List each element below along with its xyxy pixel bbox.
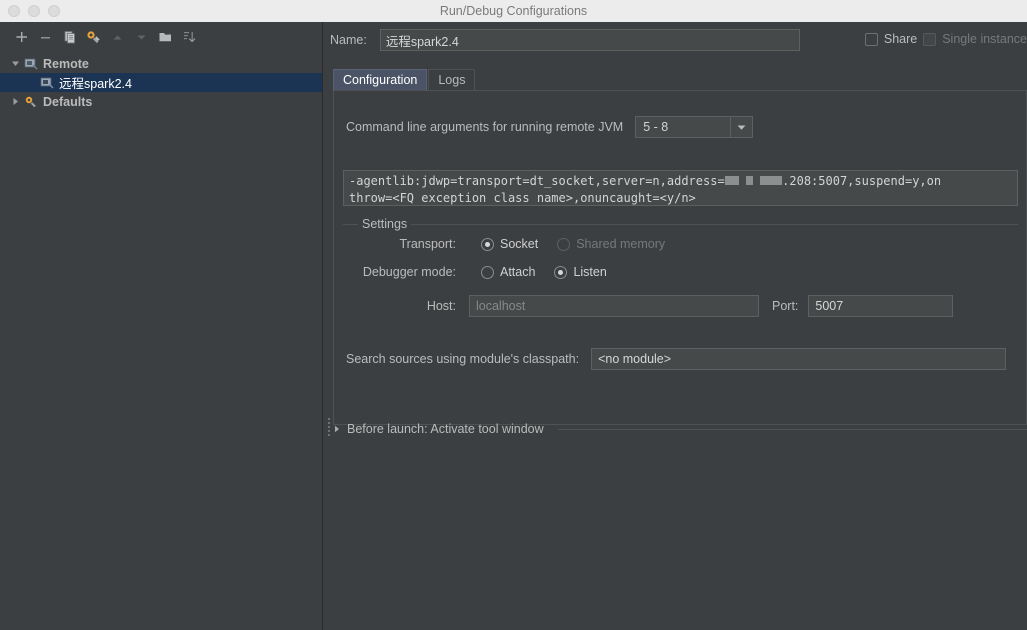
radio-icon[interactable] <box>554 266 567 279</box>
tab-logs[interactable]: Logs <box>428 69 475 90</box>
checkbox-icon <box>923 33 936 46</box>
chevron-down-icon[interactable] <box>8 59 22 68</box>
debugger-mode-row: Debugger mode: Attach Listen <box>334 265 607 279</box>
name-input-value: 远程spark2.4 <box>386 31 459 50</box>
tab-configuration[interactable]: Configuration <box>333 69 427 90</box>
chevron-right-icon[interactable] <box>333 422 341 436</box>
transport-shared-memory-radio-item: Shared memory <box>557 237 665 251</box>
redacted-ip-block <box>760 176 782 185</box>
redacted-ip-block <box>725 176 739 185</box>
copy-configuration-button[interactable] <box>59 27 80 48</box>
move-down-button[interactable] <box>131 27 152 48</box>
remote-icon <box>22 57 40 71</box>
add-configuration-button[interactable] <box>11 27 32 48</box>
defaults-icon <box>22 95 40 109</box>
debugger-mode-listen-label: Listen <box>573 265 606 279</box>
jvm-arguments-label: Command line arguments for running remot… <box>346 120 623 134</box>
transport-shared-memory-label: Shared memory <box>576 237 665 251</box>
search-sources-value: <no module> <box>598 352 671 366</box>
chevron-right-icon[interactable] <box>8 97 22 106</box>
host-label: Host: <box>334 299 456 313</box>
jvm-args-line2: throw=<FQ exception class name>,onuncaug… <box>349 191 696 205</box>
debugger-mode-attach-label: Attach <box>500 265 535 279</box>
tab-label: Logs <box>438 73 465 87</box>
single-instance-checkbox-item: Single instance <box>923 32 1027 46</box>
tree-node-remote-spark24[interactable]: 远程spark2.4 <box>0 73 322 92</box>
sort-configurations-button[interactable] <box>179 27 200 48</box>
debugger-mode-label: Debugger mode: <box>334 265 456 279</box>
jvm-args-prefix: -agentlib:jdwp=transport=dt_socket,serve… <box>349 174 725 188</box>
remote-config-icon <box>38 76 56 90</box>
debugger-mode-listen-radio-item[interactable]: Listen <box>554 265 606 279</box>
checkbox-icon[interactable] <box>865 33 878 46</box>
window-titlebar: Run/Debug Configurations <box>0 0 1027 23</box>
transport-socket-label: Socket <box>500 237 538 251</box>
host-input-placeholder: localhost <box>476 299 525 313</box>
configuration-editor: Name: 远程spark2.4 Share Single instance C… <box>323 22 1027 630</box>
before-launch-row[interactable]: Before launch: Activate tool window <box>333 422 1027 436</box>
jvm-args-suffix: .208:5007,suspend=y,on <box>782 174 941 188</box>
remove-configuration-button[interactable] <box>35 27 56 48</box>
tree-node-label: Remote <box>43 57 89 71</box>
debugger-mode-attach-radio-item[interactable]: Attach <box>481 265 535 279</box>
move-up-button[interactable] <box>107 27 128 48</box>
jvm-arguments-textarea[interactable]: -agentlib:jdwp=transport=dt_socket,serve… <box>343 170 1018 206</box>
settings-legend: Settings <box>358 217 411 231</box>
radio-icon <box>557 238 570 251</box>
jvm-version-value: 5 - 8 <box>636 120 730 134</box>
search-sources-row: Search sources using module's classpath:… <box>334 348 1027 370</box>
single-instance-label: Single instance <box>942 32 1027 46</box>
search-sources-dropdown[interactable]: <no module> <box>591 348 1006 370</box>
name-row: Name: 远程spark2.4 Share Single instance <box>323 22 1027 58</box>
panel-splitter-handle[interactable] <box>325 416 332 438</box>
name-label: Name: <box>330 33 367 47</box>
sidebar-toolbar <box>0 22 333 52</box>
editor-tabs[interactable]: Configuration Logs <box>333 69 475 90</box>
configuration-panel: Command line arguments for running remot… <box>333 90 1027 425</box>
redacted-ip-block <box>746 176 753 185</box>
tree-node-label: Defaults <box>43 95 92 109</box>
run-debug-configurations-window: Run/Debug Configurations <box>0 0 1027 630</box>
name-input[interactable]: 远程spark2.4 <box>380 29 800 51</box>
radio-icon[interactable] <box>481 238 494 251</box>
radio-icon[interactable] <box>481 266 494 279</box>
jvm-arguments-row: Command line arguments for running remot… <box>346 116 753 138</box>
transport-label: Transport: <box>334 237 456 251</box>
tree-node-defaults[interactable]: Defaults <box>0 92 322 111</box>
port-label: Port: <box>772 299 798 313</box>
configuration-options: Share Single instance <box>865 32 1027 46</box>
before-launch-divider <box>558 429 1027 430</box>
share-label: Share <box>884 32 917 46</box>
tree-node-remote[interactable]: Remote <box>0 54 322 73</box>
port-input-value: 5007 <box>815 299 843 313</box>
transport-row: Transport: Socket Shared memory <box>334 237 665 251</box>
new-folder-button[interactable] <box>155 27 176 48</box>
transport-socket-radio-item[interactable]: Socket <box>481 237 538 251</box>
tree-node-label: 远程spark2.4 <box>59 73 132 92</box>
jvm-version-dropdown[interactable]: 5 - 8 <box>635 116 753 138</box>
chevron-down-icon[interactable] <box>730 117 752 137</box>
share-checkbox-item[interactable]: Share <box>865 32 917 46</box>
search-sources-label: Search sources using module's classpath: <box>346 352 579 366</box>
before-launch-label: Before launch: Activate tool window <box>347 422 544 436</box>
configurations-tree[interactable]: Remote 远程spark2.4 <box>0 54 322 111</box>
window-title: Run/Debug Configurations <box>0 0 1027 22</box>
host-input[interactable]: localhost <box>469 295 759 317</box>
configurations-sidebar: Remote 远程spark2.4 <box>0 22 323 630</box>
edit-templates-button[interactable] <box>83 27 104 48</box>
host-port-row: Host: localhost Port: 5007 <box>334 295 953 317</box>
port-input[interactable]: 5007 <box>808 295 953 317</box>
tab-label: Configuration <box>343 73 417 87</box>
